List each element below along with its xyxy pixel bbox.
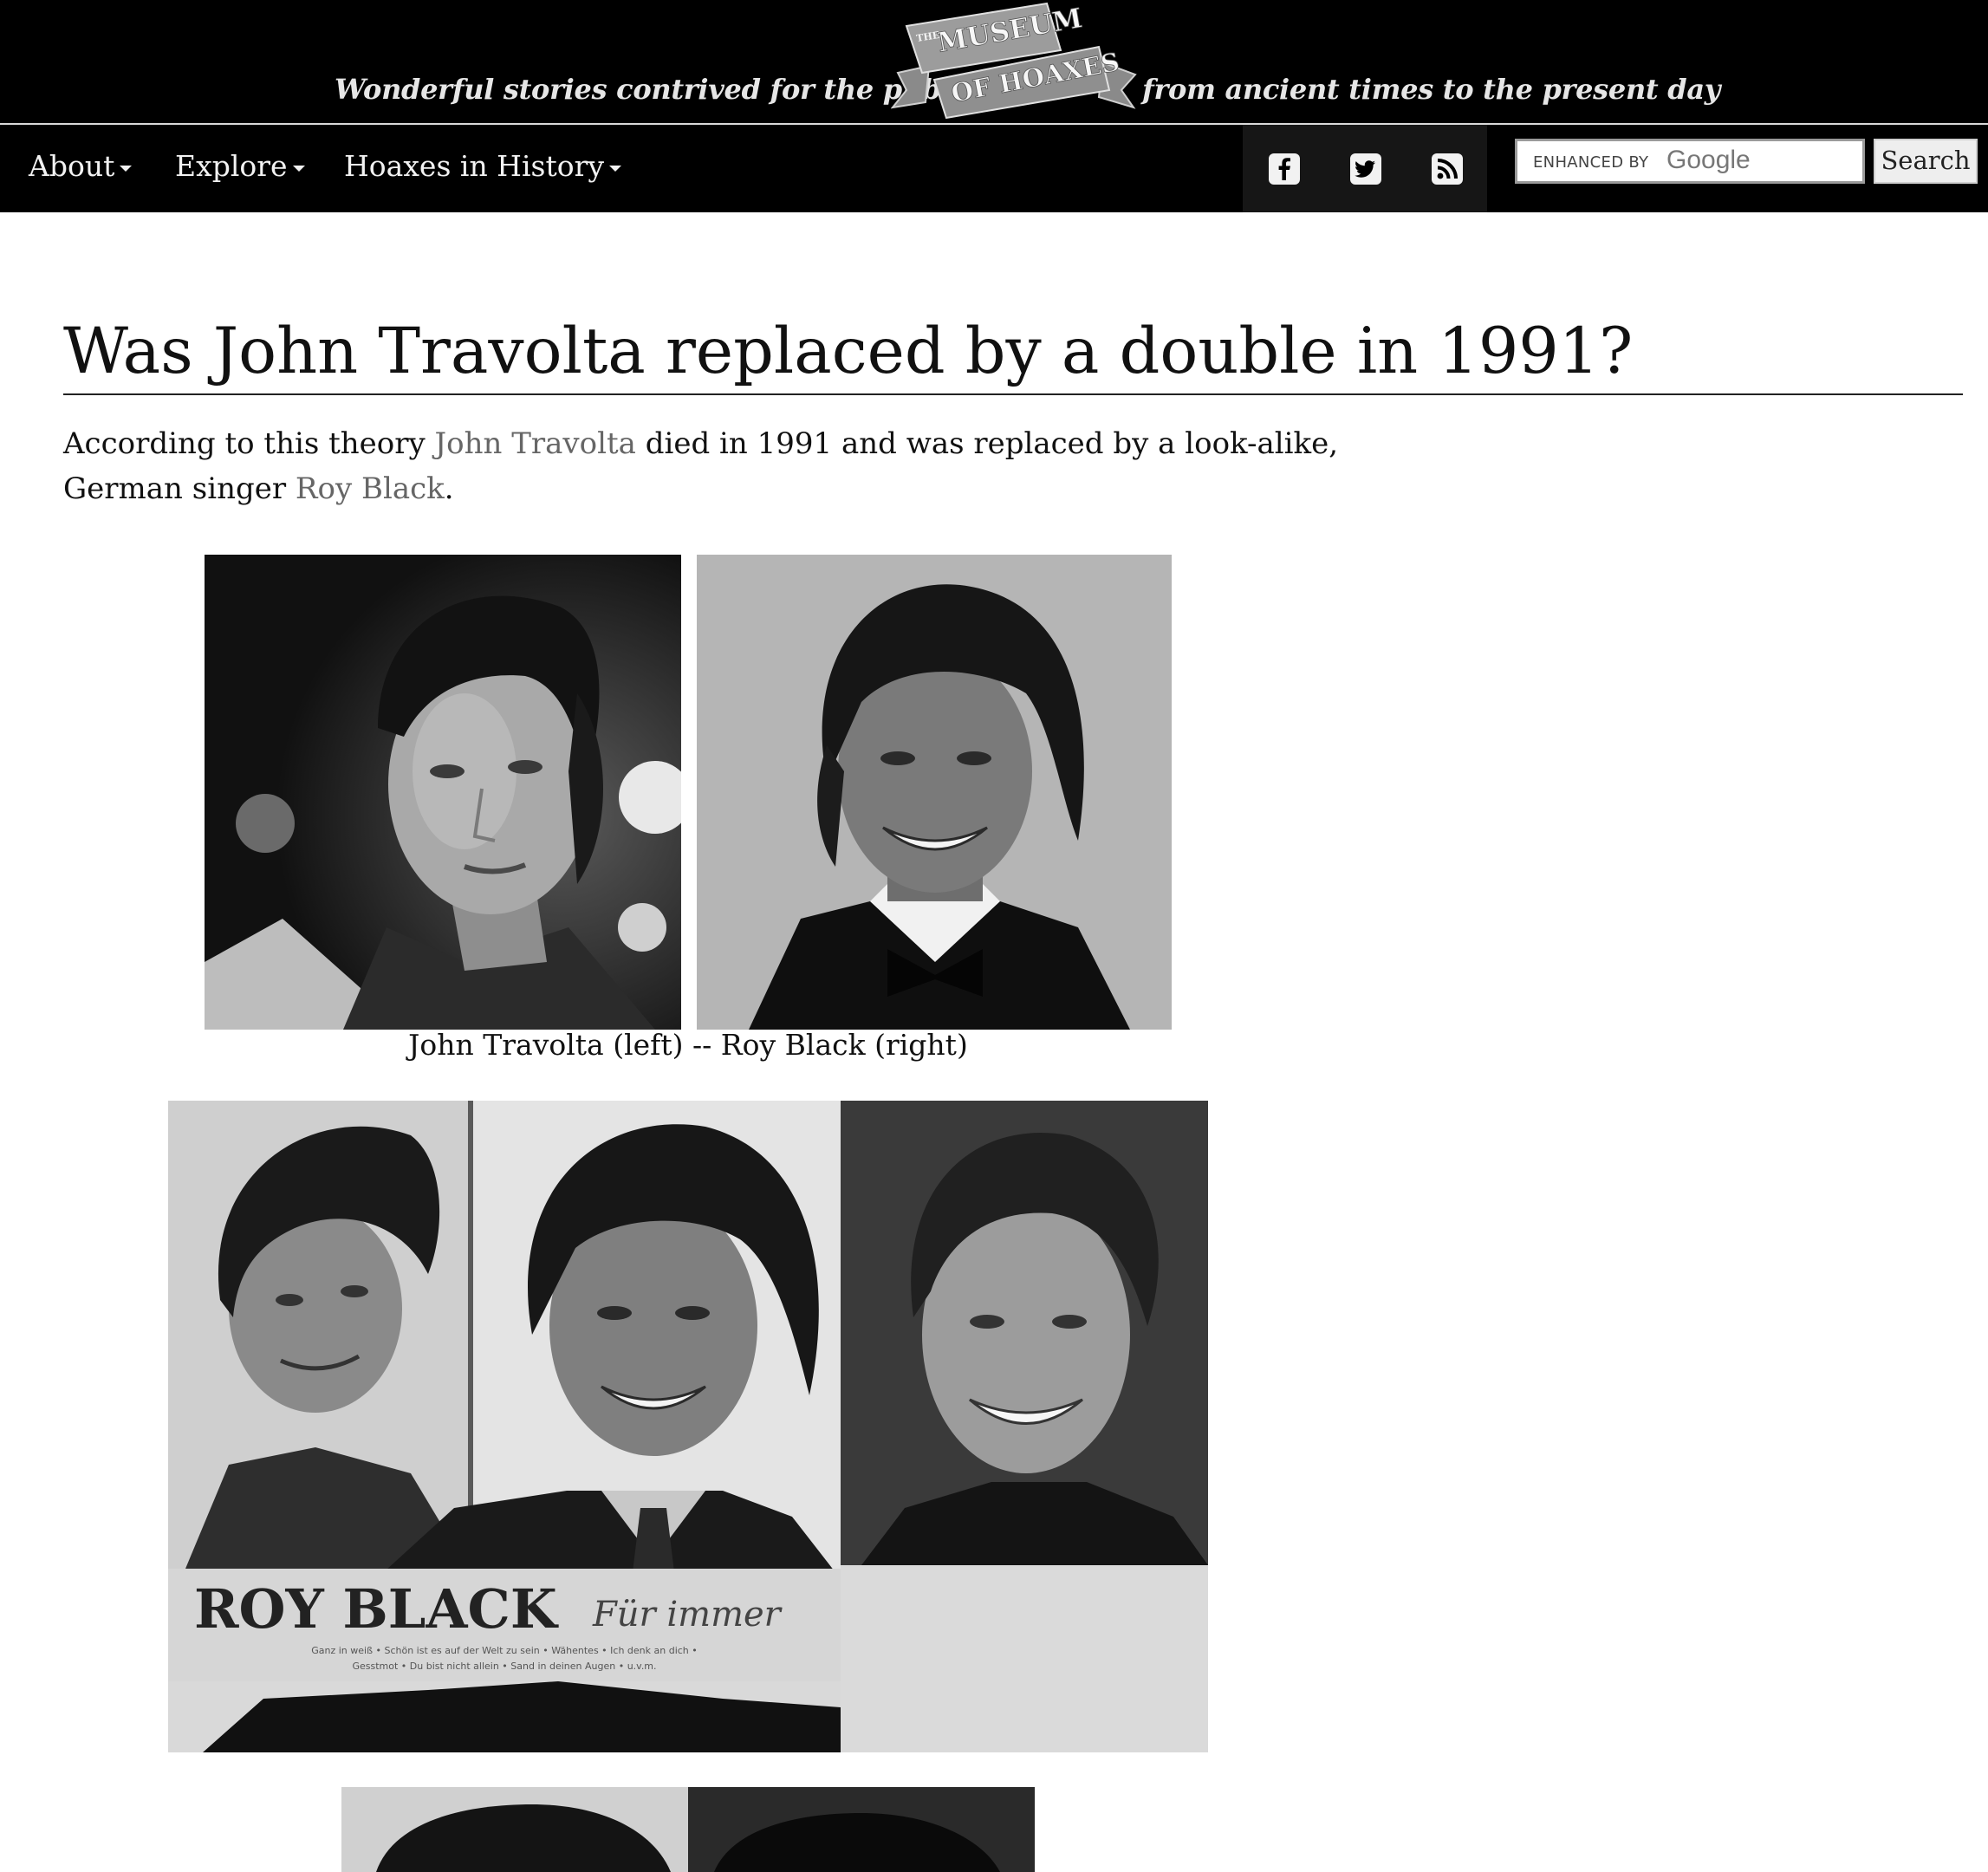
nav-about[interactable]: About <box>29 149 133 183</box>
caret-down-icon <box>609 165 621 172</box>
intro-text-4: . <box>444 471 454 506</box>
photo-caption: John Travolta (left) -- Roy Black (right… <box>408 1028 968 1062</box>
roy-black-link[interactable]: Roy Black <box>296 471 445 506</box>
nav-hoaxes-in-history[interactable]: Hoaxes in History <box>344 149 621 183</box>
nav-hoaxes-label: Hoaxes in History <box>344 149 604 183</box>
caret-down-icon <box>120 165 133 172</box>
intro-text-1: According to this theory <box>63 426 435 461</box>
search-button[interactable]: Search <box>1874 139 1978 184</box>
nav-explore-label: Explore <box>175 149 288 183</box>
intro-paragraph: According to this theory John Travolta d… <box>63 421 1363 511</box>
page-title: Was John Travolta replaced by a double i… <box>63 312 1963 395</box>
poster-tracks-2: Gesstmot • Du bist nicht allein • Sand i… <box>352 1661 656 1672</box>
caret-down-icon <box>292 165 305 172</box>
collage-photo: ROY BLACK Für immer Ganz in weiß • Schön… <box>168 1101 1208 1752</box>
nav-about-label: About <box>29 149 115 183</box>
facebook-icon[interactable] <box>1269 153 1300 185</box>
john-travolta-photo <box>205 555 681 1030</box>
nav-explore[interactable]: Explore <box>175 149 305 183</box>
google-logo: Google <box>1666 146 1751 174</box>
bottom-photo <box>341 1787 1035 1872</box>
tagline-left: Wonderful stories contrived for the publ… <box>335 73 978 106</box>
poster-script: Für immer <box>592 1595 783 1635</box>
tagline-right: from ancient times to the present day <box>1142 73 1721 106</box>
poster-name: ROY BLACK <box>194 1577 559 1641</box>
social-links <box>1243 125 1487 212</box>
main-nav: About Explore Hoaxes in History ENHANCED… <box>0 125 1988 212</box>
twitter-icon[interactable] <box>1350 153 1381 185</box>
site-banner: Wonderful stories contrived for the publ… <box>0 0 1988 125</box>
john-travolta-link[interactable]: John Travolta <box>435 426 636 461</box>
roy-black-photo <box>697 555 1172 1030</box>
museum-of-hoaxes-logo[interactable]: THE MUSEUM OF HOAXES <box>891 0 1139 121</box>
intro-text-2: died in 1991 and was replaced by a look-… <box>635 426 1339 461</box>
rss-icon[interactable] <box>1432 153 1463 185</box>
enhanced-by-label: ENHANCED BY <box>1533 153 1649 172</box>
poster-tracks-1: Ganz in weiß • Schön ist es auf der Welt… <box>311 1645 698 1656</box>
search-input[interactable]: ENHANCED BY Google <box>1515 139 1865 184</box>
intro-text-3: German singer <box>63 471 296 506</box>
